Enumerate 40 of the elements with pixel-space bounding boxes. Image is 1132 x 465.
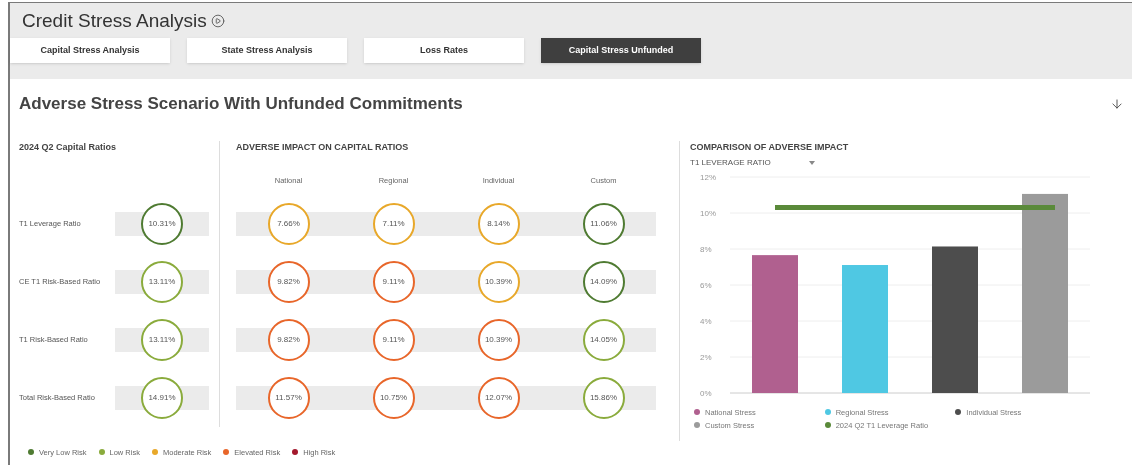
download-icon[interactable] [1110, 96, 1124, 111]
tick-label: 10% [700, 208, 716, 218]
tick-label: 4% [700, 316, 712, 326]
ratio-ring: 9.82% [267, 260, 310, 303]
ratio-dropdown[interactable]: T1 LEVERAGE RATIO [690, 156, 815, 169]
ratio-ring: 10.39% [477, 260, 520, 303]
section-title: 2024 Q2 Capital Ratios [19, 140, 118, 154]
ratio-ring: 10.31% [141, 202, 183, 245]
caret-icon [808, 160, 815, 165]
tick-label: 8% [700, 244, 712, 254]
tick-label: 12% [700, 172, 716, 182]
ratio-ring: 7.66% [267, 202, 310, 245]
tick-label: 2% [700, 352, 712, 362]
page-title: Credit Stress Analysis [22, 8, 207, 33]
ratio-ring: 10.39% [477, 318, 520, 361]
tab[interactable]: Capital Stress Unfunded [541, 38, 701, 63]
ratio-ring: 9.11% [372, 260, 415, 303]
ratio-ring: 8.14% [477, 202, 520, 245]
ratio-ring: 9.82% [267, 318, 310, 361]
ratio-ring: 11.06% [582, 202, 625, 245]
ratio-ring: 13.11% [141, 318, 183, 361]
ratio-ring: 12.07% [477, 376, 520, 419]
section-title: COMPARISON OF ADVERSE IMPACT [690, 140, 850, 154]
tick-label: 6% [700, 280, 712, 290]
ratio-ring: 14.09% [582, 260, 625, 303]
tab[interactable]: Capital Stress Analysis [10, 38, 170, 63]
tick-label: 0% [700, 388, 712, 398]
tab[interactable]: State Stress Analysis [187, 38, 347, 63]
play-icon[interactable] [210, 14, 225, 28]
ratio-ring: 7.11% [372, 202, 415, 245]
ratio-ring: 15.86% [582, 376, 625, 419]
ratio-ring: 11.57% [267, 376, 310, 419]
ratio-ring: 10.75% [372, 376, 415, 419]
ratio-ring: 14.05% [582, 318, 625, 361]
ratio-ring: 14.91% [141, 376, 183, 419]
panel-title: Adverse Stress Scenario With Unfunded Commitments [19, 93, 463, 115]
tab[interactable]: Loss Rates [364, 38, 524, 63]
ratio-ring: 13.11% [141, 260, 183, 303]
ratio-ring: 9.11% [372, 318, 415, 361]
section-title: ADVERSE IMPACT ON CAPITAL RATIOS [236, 140, 410, 154]
